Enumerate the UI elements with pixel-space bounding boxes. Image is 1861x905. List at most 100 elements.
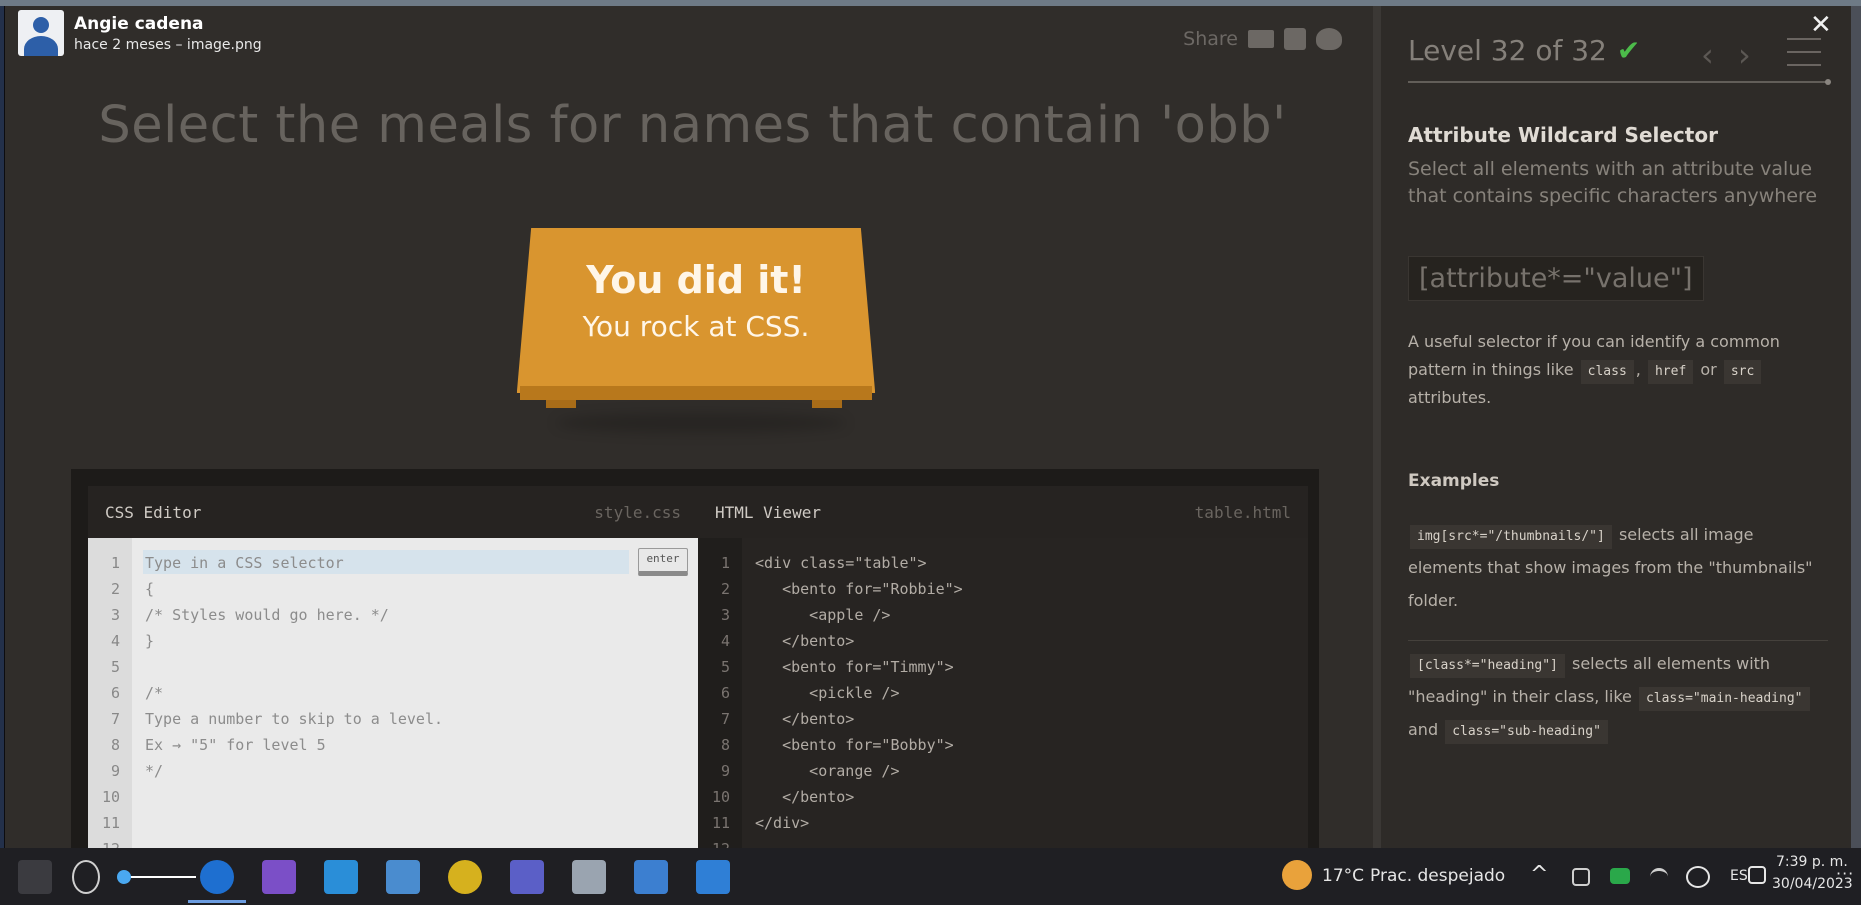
code-line: 7 Type a number to skip to a level. xyxy=(88,706,698,732)
code-line: 11 </div> xyxy=(698,810,1308,836)
vscode-icon[interactable] xyxy=(324,860,358,894)
code-line: 9 <orange /> xyxy=(698,758,1308,784)
code-text: Type in a CSS selector xyxy=(145,554,344,572)
add-icon[interactable] xyxy=(200,860,234,894)
success-title: You did it! xyxy=(586,258,806,302)
line-number: 2 xyxy=(720,580,730,598)
css-editor-header: CSS Editor style.css xyxy=(88,486,698,538)
code-text: <div class="table"> xyxy=(755,554,927,572)
code-text: </div> xyxy=(755,814,810,832)
start-icon[interactable] xyxy=(18,860,52,894)
battery-icon[interactable] xyxy=(1610,868,1630,884)
code-text: </bento> xyxy=(755,632,855,650)
examples-heading: Examples xyxy=(1408,471,1500,491)
line-number: 12 xyxy=(698,836,730,848)
line-number: 1 xyxy=(110,554,120,572)
uploader-name: Angie cadena xyxy=(74,13,204,34)
wifi-icon[interactable] xyxy=(1650,868,1668,886)
share-bar: Share xyxy=(1183,28,1342,50)
app-icon[interactable] xyxy=(696,860,730,894)
code-line: 10 </bento> xyxy=(698,784,1308,810)
email-icon[interactable] xyxy=(1248,30,1274,48)
network-icon[interactable] xyxy=(634,860,668,894)
code-line: 6 /* xyxy=(88,680,698,706)
html-viewer: HTML Viewer table.html 1 <div class="tabl… xyxy=(698,486,1308,848)
visual-studio-icon[interactable] xyxy=(262,860,296,894)
html-viewer-title: HTML Viewer xyxy=(715,502,821,522)
level-sidebar: Level 32 of 32 ✔ ‹ › Attribute Wildcard … xyxy=(1381,6,1851,848)
code-line: 2 <bento for="Robbie"> xyxy=(698,576,1308,602)
success-message: You did it! You rock at CSS. xyxy=(516,258,876,343)
level-menu-icon[interactable] xyxy=(1787,38,1821,66)
line-number: 8 xyxy=(720,736,730,754)
line-number: 6 xyxy=(110,684,120,702)
app-icon[interactable] xyxy=(386,860,420,894)
line-number: 9 xyxy=(720,762,730,780)
example-code: [class*="heading"] xyxy=(1410,654,1565,678)
line-number: 5 xyxy=(110,658,120,676)
uploader-info: Angie cadena hace 2 meses – image.png xyxy=(18,10,262,56)
line-number: 9 xyxy=(110,762,120,780)
selector-syntax: [attribute*="value"] xyxy=(1408,256,1704,301)
screen: Share Select the meals for names that co… xyxy=(0,0,1861,905)
code-line: 3 /* Styles would go here. */ xyxy=(88,602,698,628)
avatar xyxy=(18,10,64,56)
code-text: Ex → "5" for level 5 xyxy=(145,736,326,754)
level-progress-bar xyxy=(1408,81,1828,83)
app-icon[interactable] xyxy=(448,860,482,894)
line-number: 12 xyxy=(88,836,120,848)
level-text: Level 32 of 32 xyxy=(1408,34,1607,67)
code-text: /* xyxy=(145,684,164,702)
code-line: 6 <pickle /> xyxy=(698,680,1308,706)
facebook-icon[interactable] xyxy=(1284,28,1306,50)
example-code: class="sub-heading" xyxy=(1445,720,1608,744)
hint-or: or xyxy=(1700,360,1717,379)
zoom-slider-track[interactable] xyxy=(122,876,196,878)
code-text: <pickle /> xyxy=(755,684,900,702)
upload-meta: hace 2 meses – image.png xyxy=(74,36,262,53)
meet-icon[interactable] xyxy=(1572,868,1590,886)
code-line: 1 Type in a CSS selector xyxy=(88,550,698,576)
bento-table: You did it! You rock at CSS. xyxy=(516,228,876,433)
code-line: 4} xyxy=(88,628,698,654)
success-subtitle: You rock at CSS. xyxy=(582,310,810,343)
weather-icon[interactable] xyxy=(1282,860,1312,890)
close-icon[interactable]: ✕ xyxy=(1810,10,1832,40)
code-text: </bento> xyxy=(755,710,855,728)
teams-icon[interactable] xyxy=(510,860,544,894)
code-line: 7 </bento> xyxy=(698,706,1308,732)
code-line: 12 xyxy=(698,836,1308,848)
magnifier-icon[interactable] xyxy=(72,860,100,894)
chevron-up-icon[interactable]: ^ xyxy=(1530,862,1548,887)
example-and: and xyxy=(1408,720,1439,739)
code-tag: src xyxy=(1723,360,1762,384)
window-right-border xyxy=(1851,6,1861,848)
twitter-icon[interactable] xyxy=(1316,28,1342,50)
css-editor: CSS Editor style.css enter 1 Type in a CS… xyxy=(88,486,698,848)
previous-level-button[interactable]: ‹ xyxy=(1701,36,1714,74)
zoom-slider-handle[interactable] xyxy=(117,870,131,884)
share-label: Share xyxy=(1183,28,1238,50)
table-leg xyxy=(812,400,842,408)
code-line: 8 Ex → "5" for level 5 xyxy=(88,732,698,758)
database-icon[interactable] xyxy=(572,860,606,894)
code-line: 2{ xyxy=(88,576,698,602)
active-indicator xyxy=(188,900,246,903)
hint-separator: , xyxy=(1635,360,1641,379)
level-indicator: Level 32 of 32 ✔ xyxy=(1408,34,1640,67)
code-text: <bento for="Timmy"> xyxy=(755,658,954,676)
code-text: { xyxy=(145,580,155,598)
code-text: Type a number to skip to a level. xyxy=(145,710,444,728)
code-text: <bento for="Robbie"> xyxy=(755,580,963,598)
example-code: class="main-heading" xyxy=(1638,687,1810,711)
more-icon[interactable]: ··· xyxy=(1836,864,1854,883)
html-viewer-filename: table.html xyxy=(1194,502,1291,522)
code-tag: class xyxy=(1580,360,1634,384)
code-text: /* Styles would go here. */ xyxy=(145,606,389,624)
next-level-button[interactable]: › xyxy=(1738,36,1751,74)
code-text: </bento> xyxy=(755,788,855,806)
code-line: 12 xyxy=(88,836,698,848)
cloud-sync-icon[interactable] xyxy=(1686,866,1710,888)
window-icon[interactable] xyxy=(1748,866,1766,884)
selector-description: Select all elements with an attribute va… xyxy=(1408,158,1818,207)
